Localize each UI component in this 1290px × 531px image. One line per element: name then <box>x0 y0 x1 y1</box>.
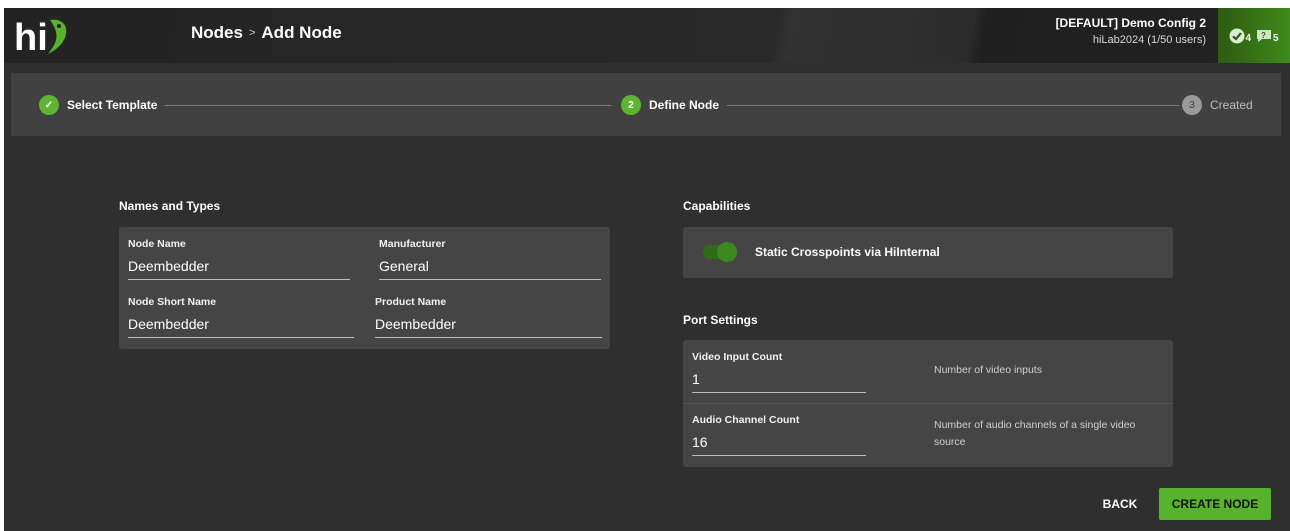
ok-status[interactable]: 4 <box>1229 28 1251 44</box>
stepper: ✓ Select Template 2 Define Node 3 Create… <box>11 73 1281 136</box>
node-short-name-input[interactable]: Deembedder <box>128 316 354 338</box>
row-divider <box>683 403 1173 404</box>
breadcrumb-separator: > <box>248 27 256 39</box>
node-name-input[interactable]: Deembedder <box>128 258 350 280</box>
video-input-count-input[interactable]: 1 <box>692 371 866 393</box>
step-connector <box>727 105 1179 106</box>
step-define-node[interactable]: 2 Define Node <box>621 95 719 115</box>
step-connector <box>165 105 611 106</box>
product-name-field[interactable]: Product Name Deembedder <box>375 296 602 338</box>
step-created: 3 Created <box>1182 95 1253 115</box>
config-info[interactable]: [DEFAULT] Demo Config 2 hiLab2024 (1/50 … <box>1056 16 1206 46</box>
top-bar: hi Nodes > Add Node [DEFAULT] Demo Confi… <box>4 8 1290 63</box>
video-input-description: Number of video inputs <box>934 364 1042 376</box>
step-done-marker: ✓ <box>39 95 59 115</box>
capabilities-title: Capabilities <box>683 199 751 213</box>
field-label: Node Short Name <box>128 296 217 308</box>
step-number-marker: 3 <box>1182 95 1202 115</box>
node-short-name-field[interactable]: Node Short Name Deembedder <box>128 296 354 338</box>
back-button[interactable]: BACK <box>1094 488 1146 520</box>
names-card: Node Name Deembedder Manufacturer Genera… <box>119 227 610 349</box>
svg-text:hi: hi <box>14 17 48 58</box>
capabilities-card: Static Crosspoints via HiInternal <box>683 227 1173 278</box>
field-label: Audio Channel Count <box>692 414 800 426</box>
check-icon <box>1229 28 1245 43</box>
field-label: Video Input Count <box>692 351 783 363</box>
manufacturer-field[interactable]: Manufacturer General <box>379 238 601 280</box>
field-label: Manufacturer <box>379 238 446 250</box>
breadcrumb-add-node: Add Node <box>261 23 342 42</box>
video-input-count-field[interactable]: Video Input Count 1 <box>692 351 866 393</box>
port-settings-title: Port Settings <box>683 313 758 327</box>
step-label: Select Template <box>67 98 158 112</box>
messages-count: 5 <box>1273 32 1279 44</box>
static-crosspoints-toggle[interactable] <box>703 242 737 262</box>
step-select-template[interactable]: ✓ Select Template <box>39 95 157 115</box>
breadcrumb: Nodes > Add Node <box>191 23 342 43</box>
toggle-label: Static Crosspoints via HiInternal <box>755 245 940 259</box>
toggle-knob <box>717 242 737 262</box>
breadcrumb-nodes[interactable]: Nodes <box>191 23 243 43</box>
port-settings-card: Video Input Count 1 Number of video inpu… <box>683 340 1173 467</box>
names-section-title: Names and Types <box>119 199 221 213</box>
svg-text:?: ? <box>1261 31 1266 40</box>
hi-logo[interactable]: hi <box>14 14 74 58</box>
audio-channel-count-field[interactable]: Audio Channel Count 16 <box>692 414 866 456</box>
step-label: Created <box>1210 98 1253 112</box>
manufacturer-input[interactable]: General <box>379 258 601 280</box>
audio-channel-description: Number of audio channels of a single vid… <box>934 419 1136 448</box>
create-node-button[interactable]: CREATE NODE <box>1159 488 1271 520</box>
ok-count: 4 <box>1245 32 1251 44</box>
node-name-field[interactable]: Node Name Deembedder <box>128 238 350 280</box>
status-area[interactable]: 4 ? 5 <box>1218 8 1290 63</box>
product-name-input[interactable]: Deembedder <box>375 316 602 338</box>
step-label: Define Node <box>649 98 720 112</box>
main-content: ✓ Select Template 2 Define Node 3 Create… <box>4 63 1290 531</box>
field-label: Product Name <box>375 296 447 308</box>
user-info: hiLab2024 (1/50 users) <box>1092 34 1206 46</box>
message-icon: ? <box>1257 29 1271 42</box>
audio-channel-count-input[interactable]: 16 <box>692 434 866 456</box>
config-name: [DEFAULT] Demo Config 2 <box>1055 16 1206 30</box>
field-label: Node Name <box>128 238 186 250</box>
messages-status[interactable]: ? 5 <box>1255 28 1279 44</box>
step-number-marker: 2 <box>621 95 641 115</box>
